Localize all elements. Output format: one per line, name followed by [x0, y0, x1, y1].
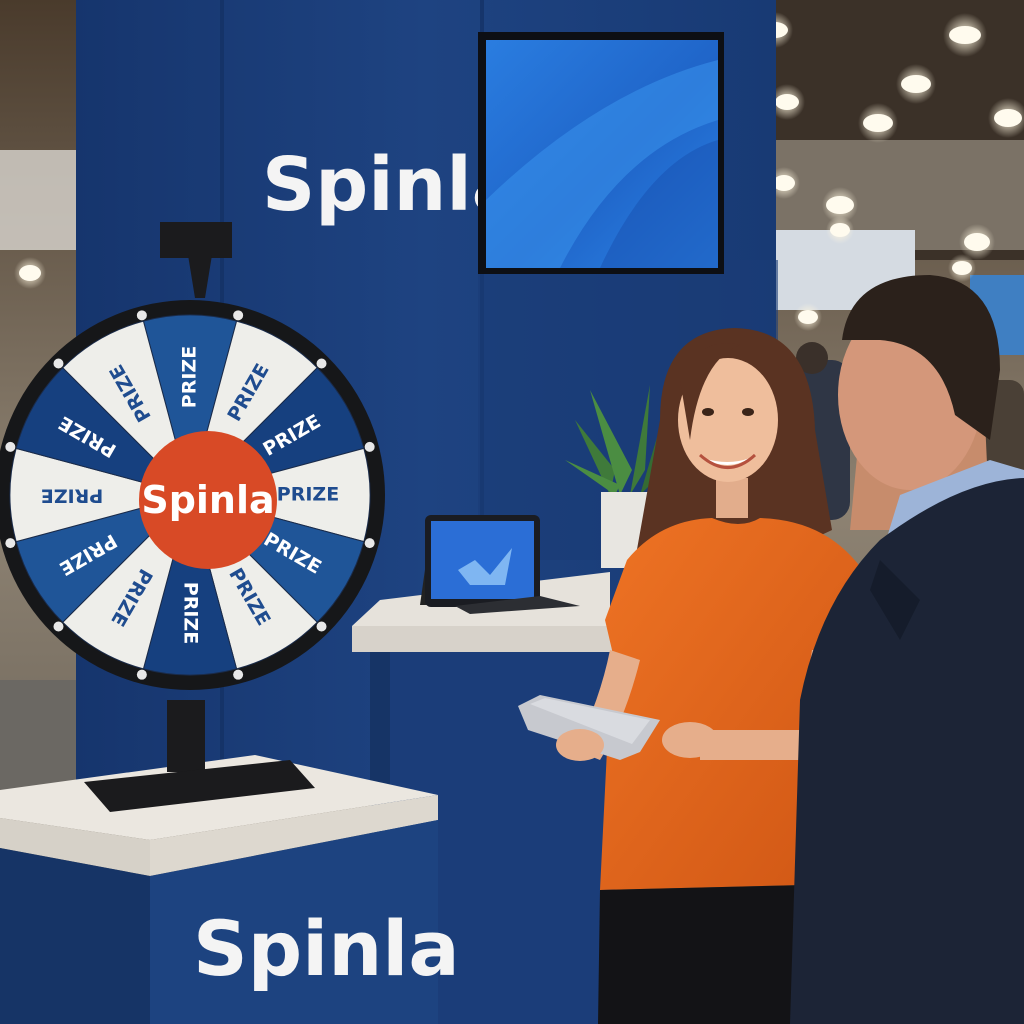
wheel-peg [136, 669, 147, 680]
wheel-peg [316, 358, 327, 369]
brand-logo-pedestal: Spinla [193, 904, 460, 993]
wheel-hub-label: Spinla [141, 478, 274, 522]
wheel-peg [364, 441, 375, 452]
trade-show-booth-scene: Spinla Spinla PRIZE PRIZE PRIZE PRIZE PR… [0, 0, 1024, 1024]
wheel-segment-label: PRIZE [41, 485, 103, 507]
wheel-segment-label: PRIZE [179, 346, 201, 408]
wheel-peg [233, 310, 244, 321]
wheel-segment-label: PRIZE [180, 582, 202, 644]
wheel-peg [5, 538, 16, 549]
wheel-peg [316, 621, 327, 632]
wheel-peg [364, 538, 375, 549]
wheel-segment-label: PRIZE [277, 484, 339, 506]
wheel-peg [53, 358, 64, 369]
wheel-peg [136, 310, 147, 321]
wheel-peg [5, 441, 16, 452]
tv-monitor [478, 32, 724, 274]
wheel-peg [53, 621, 64, 632]
wheel-peg [233, 669, 244, 680]
